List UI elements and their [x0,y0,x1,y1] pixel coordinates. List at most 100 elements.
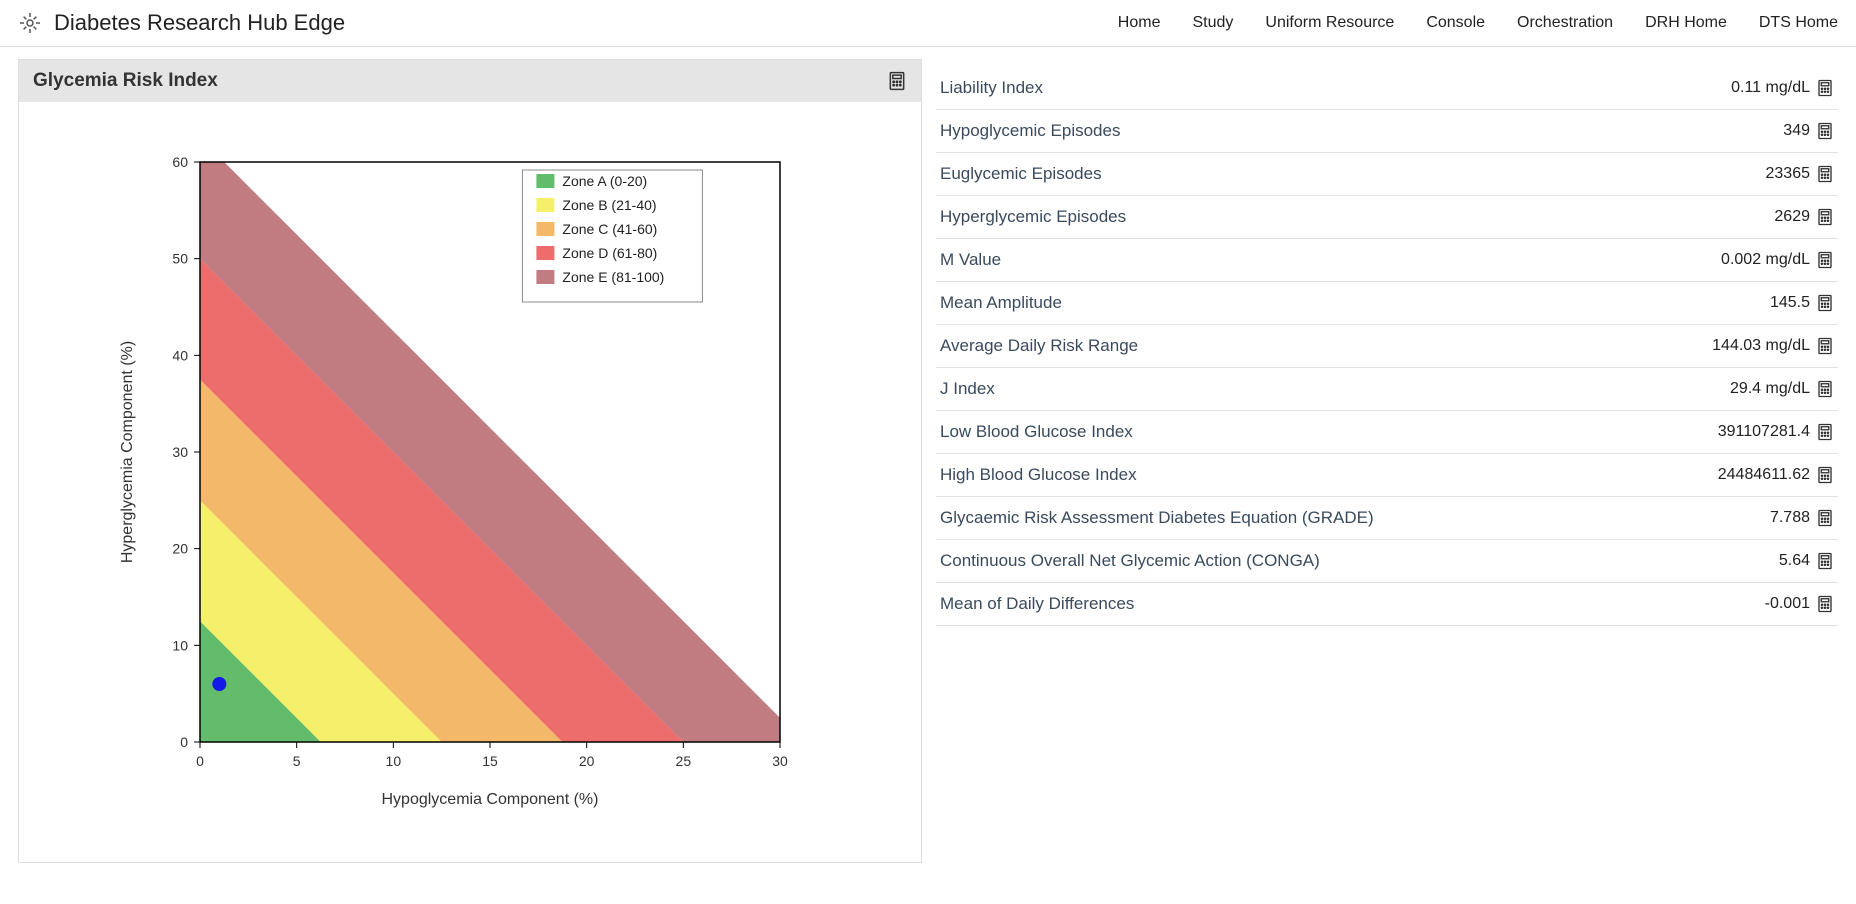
calculator-icon[interactable] [1816,122,1834,140]
calculator-icon[interactable] [1816,165,1834,183]
panel-title: Glycemia Risk Index [33,70,218,92]
main: Glycemia Risk Index 05101520253001020304… [0,47,1856,875]
header: Diabetes Research Hub Edge Home Study Unif… [0,0,1856,47]
svg-text:Hypoglycemia Component (%): Hypoglycemia Component (%) [382,791,599,808]
metric-value: 2629 [1774,208,1810,226]
svg-text:20: 20 [172,541,188,557]
metric-row: Mean Amplitude 145.5 [936,282,1838,325]
nav-item-orchestration[interactable]: Orchestration [1517,14,1613,32]
metric-value-wrap: 2629 [1774,208,1834,226]
metric-label: Average Daily Risk Range [940,336,1138,356]
metric-value-wrap: 23365 [1766,165,1835,183]
metric-value: 0.002 mg/dL [1721,251,1810,269]
nav: Home Study Uniform Resource Console Orchestr… [1118,14,1838,32]
svg-text:20: 20 [579,753,595,769]
svg-text:30: 30 [772,753,788,769]
calculator-icon[interactable] [1816,509,1834,527]
panel-header: Glycemia Risk Index [19,60,921,102]
metric-value: 7.788 [1770,509,1810,527]
metric-label: Low Blood Glucose Index [940,422,1133,442]
svg-text:15: 15 [482,753,498,769]
metric-value-wrap: 145.5 [1770,294,1834,312]
metric-value: 5.64 [1779,552,1810,570]
svg-text:0: 0 [196,753,204,769]
metric-value-wrap: 144.03 mg/dL [1712,337,1834,355]
metric-row: Hypoglycemic Episodes 349 [936,110,1838,153]
gri-chart: 0510152025300102030405060Hypoglycemia Co… [100,142,820,822]
svg-text:Zone E (81-100): Zone E (81-100) [562,269,664,285]
metric-value: 144.03 mg/dL [1712,337,1810,355]
metric-row: High Blood Glucose Index 24484611.62 [936,454,1838,497]
calculator-icon[interactable] [1816,208,1834,226]
metric-value: 29.4 mg/dL [1730,380,1810,398]
header-left: Diabetes Research Hub Edge [18,10,345,36]
svg-text:Zone C (41-60): Zone C (41-60) [562,221,657,237]
metric-label: Hyperglycemic Episodes [940,207,1126,227]
app-title: Diabetes Research Hub Edge [54,10,345,36]
metric-value-wrap: 24484611.62 [1718,466,1834,484]
metric-label: Mean Amplitude [940,293,1062,313]
metric-label: J Index [940,379,995,399]
metric-label: M Value [940,250,1001,270]
metric-value: 391107281.4 [1718,423,1810,441]
nav-item-drh-home[interactable]: DRH Home [1645,14,1727,32]
chart-area: 0510152025300102030405060Hypoglycemia Co… [19,102,921,862]
calculator-icon[interactable] [1816,423,1834,441]
metric-value: 349 [1783,122,1810,140]
metric-label: Glycaemic Risk Assessment Diabetes Equat… [940,508,1374,528]
calculator-icon[interactable] [1816,251,1834,269]
svg-text:Zone D (61-80): Zone D (61-80) [562,245,657,261]
metric-label: Liability Index [940,78,1043,98]
calculator-icon[interactable] [1816,595,1834,613]
metric-row: Mean of Daily Differences -0.001 [936,583,1838,626]
metric-value-wrap: 29.4 mg/dL [1730,380,1834,398]
metric-row: Liability Index 0.11 mg/dL [936,67,1838,110]
metric-value: 23365 [1766,165,1811,183]
svg-text:10: 10 [172,637,188,653]
metric-row: J Index 29.4 mg/dL [936,368,1838,411]
calculator-icon[interactable] [1816,79,1834,97]
svg-text:Zone A (0-20): Zone A (0-20) [562,173,647,189]
svg-text:50: 50 [172,251,188,267]
svg-text:5: 5 [293,753,301,769]
calculator-icon[interactable] [1816,294,1834,312]
metric-value-wrap: 349 [1783,122,1834,140]
nav-item-home[interactable]: Home [1118,14,1161,32]
nav-item-study[interactable]: Study [1192,14,1233,32]
metric-value-wrap: 0.002 mg/dL [1721,251,1834,269]
svg-text:Hyperglycemia Component (%): Hyperglycemia Component (%) [119,341,136,563]
metric-value-wrap: 391107281.4 [1718,423,1834,441]
metric-label: Hypoglycemic Episodes [940,121,1120,141]
svg-text:10: 10 [386,753,402,769]
metric-value: -0.001 [1765,595,1810,613]
calculator-icon[interactable] [1816,466,1834,484]
metric-row: Euglycemic Episodes 23365 [936,153,1838,196]
metric-value: 0.11 mg/dL [1731,79,1810,97]
metric-label: High Blood Glucose Index [940,465,1137,485]
metric-value-wrap: 5.64 [1779,552,1834,570]
svg-text:40: 40 [172,347,188,363]
left-panel: Glycemia Risk Index 05101520253001020304… [18,59,922,863]
metric-value: 24484611.62 [1718,466,1810,484]
svg-text:0: 0 [180,734,188,750]
calculator-icon[interactable] [1816,337,1834,355]
right-panel: Liability Index 0.11 mg/dL Hypoglycemic … [936,59,1838,863]
nav-item-dts-home[interactable]: DTS Home [1759,14,1838,32]
metric-row: Glycaemic Risk Assessment Diabetes Equat… [936,497,1838,540]
metric-value-wrap: 0.11 mg/dL [1731,79,1834,97]
svg-text:Zone B (21-40): Zone B (21-40) [562,197,656,213]
metric-label: Euglycemic Episodes [940,164,1102,184]
nav-item-console[interactable]: Console [1426,14,1485,32]
calculator-icon[interactable] [1816,552,1834,570]
nav-item-uniform-resource[interactable]: Uniform Resource [1265,14,1394,32]
calculator-icon[interactable] [1816,380,1834,398]
metric-row: Average Daily Risk Range 144.03 mg/dL [936,325,1838,368]
metric-row: Low Blood Glucose Index 391107281.4 [936,411,1838,454]
svg-text:25: 25 [676,753,692,769]
metric-row: Continuous Overall Net Glycemic Action (… [936,540,1838,583]
metric-row: Hyperglycemic Episodes 2629 [936,196,1838,239]
metric-value-wrap: 7.788 [1770,509,1834,527]
calculator-icon[interactable] [887,71,907,91]
svg-text:60: 60 [172,154,188,170]
metric-label: Continuous Overall Net Glycemic Action (… [940,551,1320,571]
